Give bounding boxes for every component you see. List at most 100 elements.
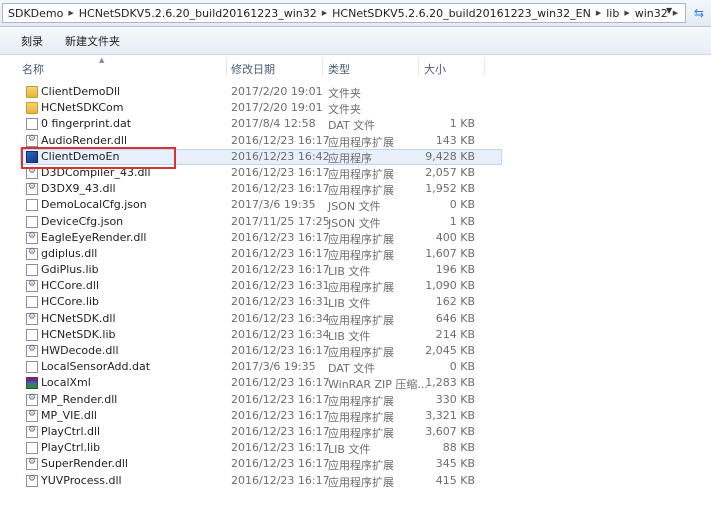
file-date: 2016/12/23 16:17 bbox=[231, 344, 330, 357]
file-row[interactable]: GdiPlus.lib 2016/12/23 16:17 LIB 文件 196 KB bbox=[0, 262, 711, 278]
file-row[interactable]: D3DCompiler_43.dll 2016/12/23 16:17应用程序扩展… bbox=[0, 165, 711, 181]
file-row[interactable]: DemoLocalCfg.json 2017/3/6 19:35 JSON 文件 0 … bbox=[0, 197, 711, 213]
file-row[interactable]: HCNetSDKCom 2017/2/20 19:01 文件夹 bbox=[0, 100, 711, 116]
file-type: 应用程序扩展 bbox=[328, 394, 394, 408]
breadcrumb-separator-icon[interactable]: ▶ bbox=[68, 9, 73, 17]
file-row[interactable]: HCCore.dll 2016/12/23 16:31应用程序扩展 1,090 KB bbox=[0, 278, 711, 294]
file-size: 415 KB bbox=[435, 473, 475, 487]
file-name: ClientDemoDll bbox=[41, 85, 121, 98]
file-row[interactable]: HCCore.lib 2016/12/23 16:31 LIB 文件 162 KB bbox=[0, 294, 711, 310]
file-row[interactable]: 0 fingerprint.dat 2017/8/4 12:58 DAT 文件 1 K… bbox=[0, 116, 711, 132]
file-row[interactable]: HWDecode.dll 2016/12/23 16:17应用程序扩展 2,045 … bbox=[0, 343, 711, 359]
column-header-type[interactable]: 类型 bbox=[328, 61, 350, 77]
file-type: DAT 文件 bbox=[328, 362, 376, 376]
file-type: 应用程序扩展 bbox=[328, 313, 394, 327]
column-header-size[interactable]: 大小 bbox=[424, 61, 446, 77]
file-name: MP_Render.dll bbox=[41, 392, 118, 406]
file-type: 文件夹 bbox=[328, 103, 361, 117]
file-name: 0 fingerprint.dat bbox=[41, 117, 132, 131]
dll-icon bbox=[26, 166, 38, 179]
file-icon bbox=[26, 215, 38, 228]
file-row[interactable]: DeviceCfg.json 2017/11/25 17:25 JSON 文件 1 K… bbox=[0, 214, 711, 230]
file-row[interactable]: YUVProcess.dll 2016/12/23 16:17应用程序扩展 415 … bbox=[0, 473, 711, 489]
dll-icon bbox=[26, 247, 38, 260]
file-row[interactable]: MP_VIE.dll 2016/12/23 16:17应用程序扩展 3,321 KB bbox=[0, 408, 711, 424]
file-date: 2016/12/23 16:17 bbox=[231, 376, 330, 390]
file-type: 应用程序扩展 bbox=[328, 459, 394, 473]
file-row[interactable]: SuperRender.dll 2016/12/23 16:17应用程序扩展 345… bbox=[0, 456, 711, 472]
file-name: DeviceCfg.json bbox=[41, 214, 124, 228]
file-row[interactable]: PlayCtrl.lib 2016/12/23 16:17 LIB 文件 88 KB bbox=[0, 440, 711, 456]
column-header-row: 名称 ▲ 修改日期 类型 大小 bbox=[0, 56, 500, 78]
column-divider[interactable] bbox=[484, 58, 485, 76]
file-row[interactable]: LocalSensorAdd.dat 2017/3/6 19:35 DAT 文件 0 … bbox=[0, 359, 711, 375]
command-toolbar: 刻录 新建文件夹 bbox=[0, 28, 711, 55]
file-icon bbox=[26, 328, 38, 341]
breadcrumb-build-win32-en[interactable]: HCNetSDKV5.2.6.20_build20161223_win32_EN bbox=[332, 7, 591, 20]
file-icon bbox=[26, 296, 38, 309]
breadcrumb-separator-icon[interactable]: ▶ bbox=[596, 9, 601, 17]
address-dropdown-icon[interactable]: ▼ bbox=[666, 6, 672, 15]
file-name: ClientDemoEn bbox=[41, 149, 120, 163]
file-row[interactable]: HCNetSDK.dll 2016/12/23 16:34应用程序扩展 646 KB bbox=[0, 311, 711, 327]
burn-button[interactable]: 刻录 bbox=[21, 33, 43, 49]
breadcrumb-separator-icon[interactable]: ▶ bbox=[673, 9, 678, 17]
folder-icon bbox=[26, 86, 38, 98]
breadcrumb-win32[interactable]: win32 bbox=[635, 7, 668, 20]
dll-icon bbox=[26, 279, 38, 293]
breadcrumb-sdkdemo[interactable]: SDKDemo bbox=[8, 7, 63, 20]
new-folder-button[interactable]: 新建文件夹 bbox=[65, 33, 120, 49]
file-row[interactable]: EagleEyeRender.dll 2016/12/23 16:17应用程序扩展… bbox=[0, 230, 711, 246]
file-size: 196 KB bbox=[435, 263, 475, 277]
breadcrumb-lib[interactable]: lib bbox=[606, 7, 619, 20]
column-divider[interactable] bbox=[418, 58, 419, 76]
column-header-name[interactable]: 名称 bbox=[22, 61, 44, 77]
file-size: 345 KB bbox=[435, 457, 475, 471]
breadcrumb[interactable]: SDKDemo ▶ HCNetSDKV5.2.6.20_build2016122… bbox=[2, 3, 686, 23]
column-divider[interactable] bbox=[226, 58, 227, 76]
file-row[interactable]: LocalXml 2016/12/23 16:17 WinRAR ZIP 压缩...… bbox=[0, 375, 711, 391]
column-header-modified[interactable]: 修改日期 bbox=[231, 61, 275, 77]
file-name: D3DX9_43.dll bbox=[41, 182, 116, 196]
file-date: 2016/12/23 16:34 bbox=[231, 311, 330, 325]
dll-icon bbox=[26, 474, 38, 487]
exe-icon bbox=[26, 150, 38, 163]
dll-icon bbox=[26, 425, 38, 438]
file-date: 2016/12/23 16:31 bbox=[231, 295, 330, 309]
file-name: YUVProcess.dll bbox=[41, 473, 122, 487]
column-divider[interactable] bbox=[322, 58, 323, 76]
file-row[interactable]: D3DX9_43.dll 2016/12/23 16:17应用程序扩展 1,952 … bbox=[0, 181, 711, 197]
file-type: 应用程序 bbox=[328, 151, 372, 165]
file-name: DemoLocalCfg.json bbox=[41, 198, 147, 212]
file-name: PlayCtrl.dll bbox=[41, 424, 101, 438]
refresh-icon[interactable]: ⇆ bbox=[689, 4, 709, 22]
file-row[interactable]: ClientDemoDll 2017/2/20 19:01 文件夹 bbox=[0, 84, 711, 100]
breadcrumb-separator-icon[interactable]: ▶ bbox=[322, 9, 327, 17]
file-row-selected[interactable]: ClientDemoEn 2016/12/23 16:42 应用程序 9,428 KB bbox=[20, 148, 502, 165]
file-type: LIB 文件 bbox=[328, 297, 371, 311]
file-type: LIB 文件 bbox=[328, 329, 371, 343]
sort-ascending-icon: ▲ bbox=[99, 56, 105, 64]
file-list: ClientDemoDll 2017/2/20 19:01 文件夹 HCNetSDK… bbox=[0, 84, 711, 489]
file-type: WinRAR ZIP 压缩... bbox=[328, 378, 428, 392]
file-icon bbox=[26, 361, 38, 374]
file-size: 1,090 KB bbox=[425, 279, 475, 293]
file-date: 2017/3/6 19:35 bbox=[231, 198, 316, 212]
file-row[interactable]: gdiplus.dll 2016/12/23 16:17应用程序扩展 1,607 K… bbox=[0, 246, 711, 262]
file-size: 330 KB bbox=[435, 392, 475, 406]
file-row[interactable]: HCNetSDK.lib 2016/12/23 16:34 LIB 文件 214 KB bbox=[0, 327, 711, 343]
file-row[interactable]: PlayCtrl.dll 2016/12/23 16:17应用程序扩展 3,607 … bbox=[0, 424, 711, 440]
file-size: 3,321 KB bbox=[425, 408, 475, 422]
file-date: 2017/3/6 19:35 bbox=[231, 360, 316, 374]
file-date: 2017/2/20 19:01 bbox=[231, 101, 323, 115]
file-icon bbox=[26, 118, 38, 131]
file-row[interactable]: AudioRender.dll 2016/12/23 16:17应用程序扩展 143… bbox=[0, 133, 711, 149]
breadcrumb-build-win32[interactable]: HCNetSDKV5.2.6.20_build20161223_win32 bbox=[79, 7, 317, 20]
file-type: LIB 文件 bbox=[328, 265, 371, 279]
file-type: 应用程序扩展 bbox=[328, 184, 394, 198]
file-row[interactable]: MP_Render.dll 2016/12/23 16:17应用程序扩展 330 K… bbox=[0, 392, 711, 408]
file-name: PlayCtrl.lib bbox=[41, 441, 101, 455]
file-size: 646 KB bbox=[435, 311, 475, 325]
file-size: 1,283 KB bbox=[425, 376, 475, 390]
breadcrumb-separator-icon[interactable]: ▶ bbox=[624, 9, 629, 17]
